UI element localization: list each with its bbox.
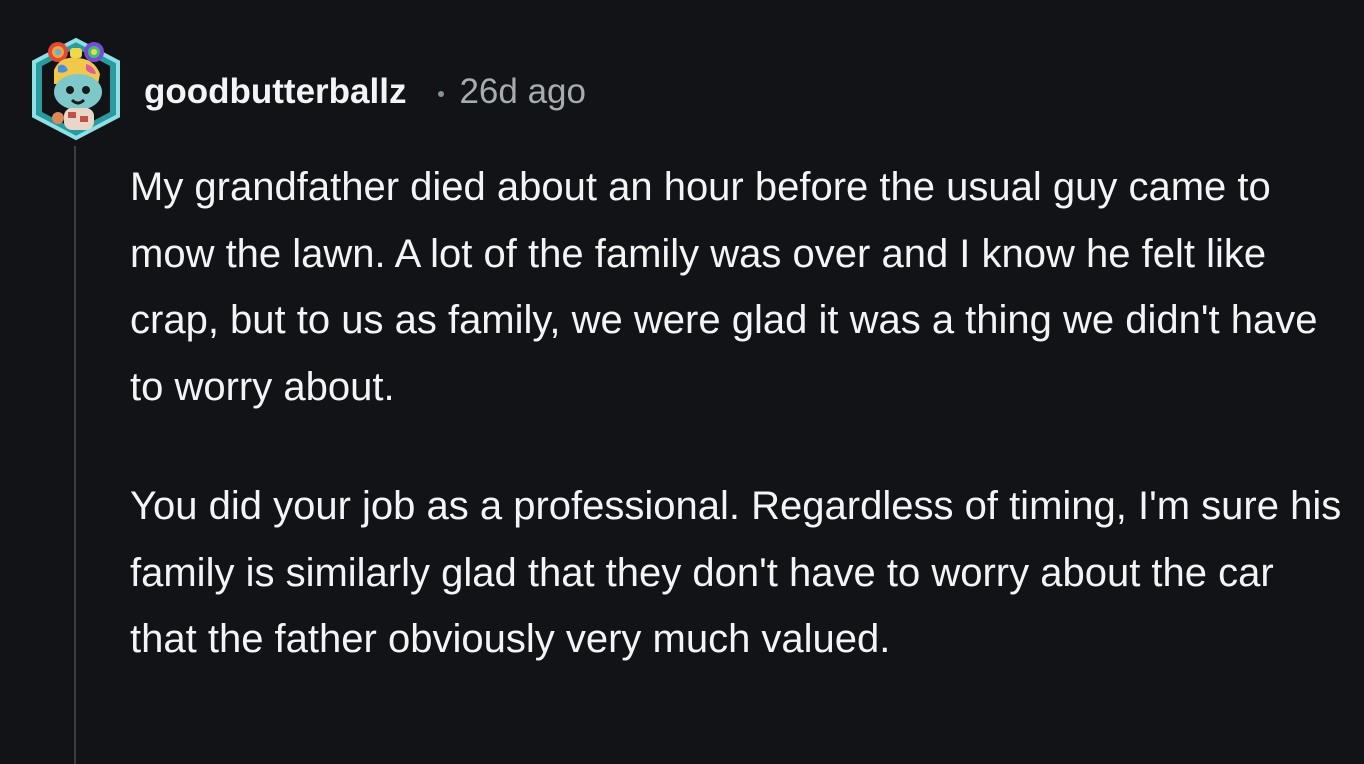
timestamp[interactable]: 26d ago — [459, 72, 586, 112]
snoo-avatar-icon — [32, 37, 120, 141]
comment-paragraph: You did your job as a professional. Rega… — [130, 484, 1342, 661]
comment-body: My grandfather died about an hour before… — [130, 154, 1345, 673]
comment: goodbutterballz 26d ago My grandfather d… — [0, 0, 1364, 764]
thread-line[interactable] — [74, 146, 76, 764]
separator-dot — [438, 91, 445, 97]
comment-paragraph: My grandfather died about an hour before… — [130, 165, 1318, 409]
avatar[interactable] — [28, 36, 124, 144]
comment-header: goodbutterballz 26d ago — [144, 68, 586, 116]
username-link[interactable]: goodbutterballz — [144, 72, 406, 112]
